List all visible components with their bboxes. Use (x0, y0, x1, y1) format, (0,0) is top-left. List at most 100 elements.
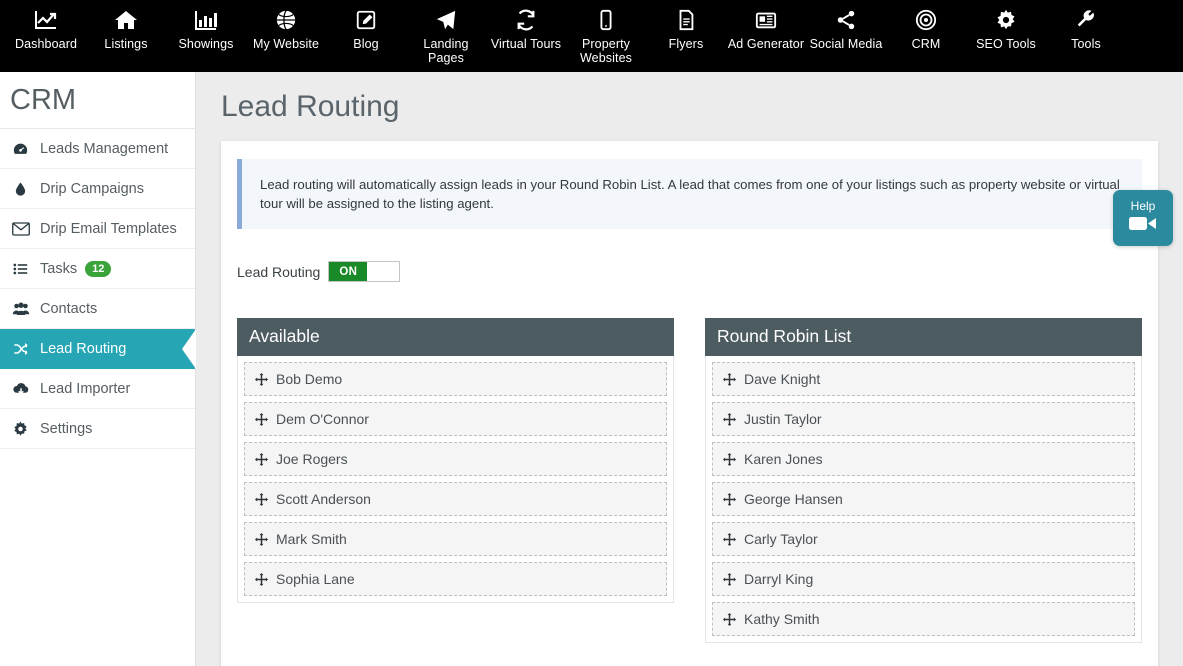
list-icon (12, 261, 36, 277)
nav-item-ad-generator[interactable]: Ad Generator (726, 0, 806, 51)
list-item[interactable]: Sophia Lane (244, 562, 667, 596)
list-item-label: Scott Anderson (276, 491, 371, 507)
list-item-label: Dave Knight (744, 371, 821, 387)
nav-item-label: My Website (252, 37, 320, 51)
move-arrows-icon[interactable] (255, 412, 268, 426)
nav-item-label: Flyers (668, 37, 704, 51)
nav-item-seo-tools[interactable]: SEO Tools (966, 0, 1046, 51)
move-arrows-icon[interactable] (723, 572, 736, 586)
move-arrows-icon[interactable] (723, 412, 736, 426)
list-item-label: Bob Demo (276, 371, 343, 387)
nav-item-my-website[interactable]: My Website (246, 0, 326, 51)
nav-item-label: Social Media (809, 37, 883, 51)
list-item-label: Karen Jones (744, 451, 823, 467)
move-arrows-icon[interactable] (255, 492, 268, 506)
list-item[interactable]: Mark Smith (244, 522, 667, 556)
lead-routing-toggle[interactable]: ON (328, 261, 401, 282)
move-arrows-icon[interactable] (723, 372, 736, 386)
nav-item-virtual-tours[interactable]: Virtual Tours (486, 0, 566, 51)
list-item[interactable]: George Hansen (712, 482, 1135, 516)
sidebar-item-drip-email-templates[interactable]: Drip Email Templates (0, 209, 195, 249)
sidebar-title: CRM (0, 72, 195, 129)
share-icon (834, 7, 858, 33)
sidebar-item-settings[interactable]: Settings (0, 409, 195, 449)
list-item[interactable]: Justin Taylor (712, 402, 1135, 436)
water-drop-icon (12, 181, 36, 197)
gauge-icon (12, 141, 36, 157)
nav-item-label: Tools (1071, 37, 1101, 51)
list-item[interactable]: Joe Rogers (244, 442, 667, 476)
help-widget-label: Help (1130, 198, 1156, 213)
list-item[interactable]: Kathy Smith (712, 602, 1135, 636)
round-robin-panel-header: Round Robin List (705, 318, 1142, 356)
lead-routing-toggle-row: Lead Routing ON (237, 261, 1158, 282)
sidebar-item-leads-management[interactable]: Leads Management (0, 129, 195, 169)
list-item[interactable]: Bob Demo (244, 362, 667, 396)
routing-panels: Available Bob Demo Dem O'Connor Joe Roge… (237, 318, 1142, 643)
nav-item-listings[interactable]: Listings (86, 0, 166, 51)
sidebar: CRM Leads Management Drip Campaigns Drip… (0, 72, 196, 666)
sidebar-item-label: Lead Routing (40, 340, 127, 357)
list-item-label: Joe Rogers (276, 451, 348, 467)
move-arrows-icon[interactable] (723, 452, 736, 466)
list-item-label: Sophia Lane (276, 571, 355, 587)
wrench-icon (1074, 7, 1098, 33)
nav-item-social-media[interactable]: Social Media (806, 0, 886, 51)
move-arrows-icon[interactable] (255, 532, 268, 546)
sidebar-item-drip-campaigns[interactable]: Drip Campaigns (0, 169, 195, 209)
move-arrows-icon[interactable] (255, 372, 268, 386)
sidebar-item-label: Drip Email Templates (40, 220, 177, 237)
move-arrows-icon[interactable] (723, 612, 736, 626)
sidebar-item-label: Settings (40, 420, 93, 437)
list-item[interactable]: Carly Taylor (712, 522, 1135, 556)
move-arrows-icon[interactable] (723, 492, 736, 506)
nav-item-label: Virtual Tours (490, 37, 562, 51)
list-item[interactable]: Dem O'Connor (244, 402, 667, 436)
list-item[interactable]: Karen Jones (712, 442, 1135, 476)
nav-item-label: Property Websites (580, 37, 632, 65)
shuffle-icon (12, 341, 36, 357)
toggle-label: Lead Routing (237, 263, 321, 280)
nav-item-label: Dashboard (14, 37, 78, 51)
move-arrows-icon[interactable] (723, 532, 736, 546)
tasks-count-badge: 12 (85, 260, 112, 277)
sidebar-item-tasks[interactable]: Tasks 12 (0, 249, 195, 289)
home-icon (114, 7, 138, 33)
sidebar-item-lead-routing[interactable]: Lead Routing (0, 329, 196, 369)
newspaper-icon (754, 7, 778, 33)
available-panel: Available Bob Demo Dem O'Connor Joe Roge… (237, 318, 674, 643)
nav-item-property-websites[interactable]: Property Websites (566, 0, 646, 65)
gear-icon (994, 7, 1018, 33)
main-content: Lead Routing Lead routing will automatic… (196, 72, 1183, 666)
nav-item-flyers[interactable]: Flyers (646, 0, 726, 51)
list-item-label: Mark Smith (276, 531, 347, 547)
list-item[interactable]: Darryl King (712, 562, 1135, 596)
nav-item-tools[interactable]: Tools (1046, 0, 1126, 51)
list-item[interactable]: Scott Anderson (244, 482, 667, 516)
sidebar-item-lead-importer[interactable]: Lead Importer (0, 369, 195, 409)
mobile-icon (594, 7, 618, 33)
list-item-label: Carly Taylor (744, 531, 818, 547)
list-item-label: Justin Taylor (744, 411, 822, 427)
refresh-icon (514, 7, 538, 33)
top-navigation-bar: Dashboard Listings Showings My Website B… (0, 0, 1183, 72)
nav-item-label: SEO Tools (976, 37, 1036, 51)
list-item-label: George Hansen (744, 491, 843, 507)
users-icon (12, 301, 36, 317)
available-list[interactable]: Bob Demo Dem O'Connor Joe Rogers Scott A… (237, 356, 674, 603)
round-robin-list[interactable]: Dave Knight Justin Taylor Karen Jones Ge… (705, 356, 1142, 643)
help-widget[interactable]: Help (1113, 190, 1173, 246)
nav-item-showings[interactable]: Showings (166, 0, 246, 51)
move-arrows-icon[interactable] (255, 572, 268, 586)
sidebar-item-contacts[interactable]: Contacts (0, 289, 195, 329)
sidebar-item-label: Drip Campaigns (40, 180, 144, 197)
nav-item-blog[interactable]: Blog (326, 0, 406, 51)
list-item[interactable]: Dave Knight (712, 362, 1135, 396)
round-robin-panel: Round Robin List Dave Knight Justin Tayl… (705, 318, 1142, 643)
gear-icon (12, 421, 36, 437)
nav-item-dashboard[interactable]: Dashboard (6, 0, 86, 51)
nav-item-crm[interactable]: CRM (886, 0, 966, 51)
nav-item-landing-pages[interactable]: Landing Pages (406, 0, 486, 65)
move-arrows-icon[interactable] (255, 452, 268, 466)
list-item-label: Kathy Smith (744, 611, 820, 627)
